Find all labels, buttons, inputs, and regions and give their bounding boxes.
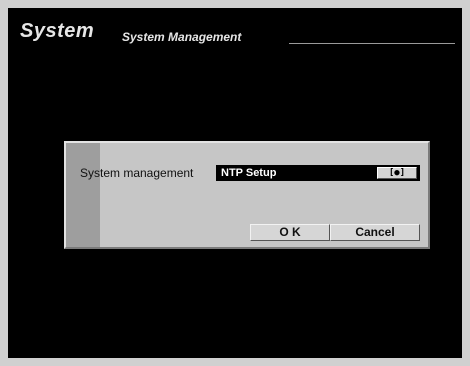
system-management-select[interactable]: NTP Setup [●] <box>216 165 420 181</box>
select-value: NTP Setup <box>221 167 277 179</box>
system-management-dialog: System management NTP Setup [●] O K Canc… <box>64 141 430 249</box>
select-dropdown-button[interactable]: [●] <box>377 167 417 179</box>
dialog-side-stripe <box>66 143 100 247</box>
ok-button[interactable]: O K <box>250 224 330 241</box>
title-underline <box>289 43 455 44</box>
page-subtitle: System Management <box>122 30 242 44</box>
cancel-button[interactable]: Cancel <box>330 224 420 241</box>
page-title: System <box>20 20 95 42</box>
screen: System System Management System manageme… <box>8 8 462 358</box>
system-management-label: System management <box>80 166 194 180</box>
